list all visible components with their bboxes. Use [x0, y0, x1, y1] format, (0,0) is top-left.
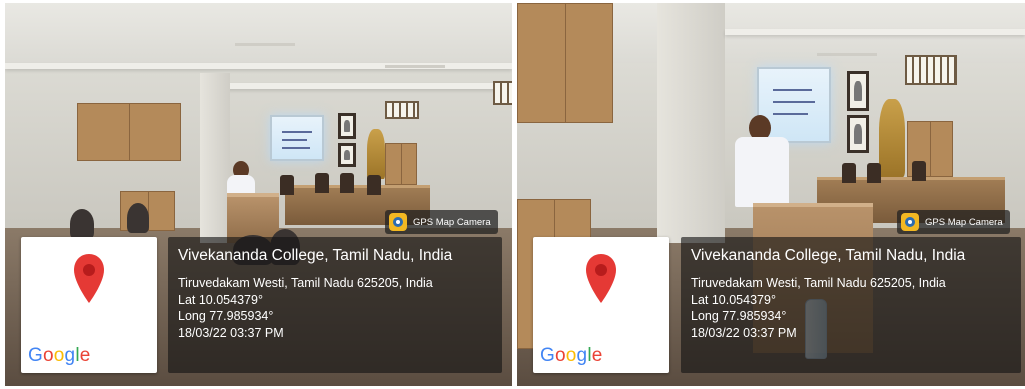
ceiling-beam: [205, 83, 512, 89]
ceiling-fan: [817, 53, 877, 56]
chair: [912, 161, 926, 181]
google-logo: Google: [540, 345, 603, 366]
location-title: Vivekananda College, Tamil Nadu, India: [691, 247, 966, 264]
location-info-panel: Vivekananda College, Tamil Nadu, India T…: [681, 237, 1021, 373]
portrait-frame: [847, 115, 869, 153]
location-longitude: Long 77.985934°: [691, 309, 787, 323]
gps-camera-icon: [389, 213, 407, 231]
badge-label: GPS Map Camera: [925, 216, 1003, 228]
portrait-frame: [338, 143, 356, 167]
portrait-frame: [338, 113, 356, 139]
bookshelf: [385, 143, 417, 185]
chair: [842, 163, 856, 183]
gps-camera-icon: [901, 213, 919, 231]
statue: [879, 99, 905, 177]
map-pin-icon: [74, 254, 104, 303]
gps-camera-badge: GPS Map Camera: [897, 210, 1010, 234]
google-logo: Google: [28, 345, 91, 366]
projector-screen: [270, 115, 324, 161]
gps-camera-badge: GPS Map Camera: [385, 210, 498, 234]
portrait-frame: [847, 71, 869, 111]
chair: [367, 175, 381, 195]
ceiling-beam: [725, 29, 1025, 35]
location-timestamp: 18/03/22 03:37 PM: [178, 325, 284, 340]
location-latitude: Lat 10.054379°: [178, 292, 263, 307]
location-longitude: Long 77.985934°: [178, 309, 274, 323]
chair: [867, 163, 881, 183]
wall-cabinet: [77, 103, 181, 161]
map-thumbnail: Google: [21, 237, 157, 373]
location-latitude: Lat 10.054379°: [691, 292, 776, 307]
location-timestamp: 18/03/22 03:37 PM: [691, 325, 797, 340]
map-pin-icon: [586, 254, 616, 303]
chair: [340, 173, 354, 193]
ceiling-fan: [385, 65, 445, 68]
badge-label: GPS Map Camera: [413, 216, 491, 228]
pillar: [657, 3, 725, 243]
window: [905, 55, 957, 85]
wall-cabinet: [517, 3, 613, 123]
location-address: Tiruvedakam Westi, Tamil Nadu 625205, In…: [691, 276, 946, 290]
window: [493, 81, 512, 105]
location-address: Tiruvedakam Westi, Tamil Nadu 625205, In…: [178, 276, 433, 290]
map-thumbnail: Google: [533, 237, 669, 373]
statue: [367, 129, 385, 179]
chair: [315, 173, 329, 193]
window: [385, 101, 419, 119]
pillar: [200, 73, 230, 243]
audience-member: [70, 209, 94, 239]
audience-member: [127, 203, 149, 233]
location-title: Vivekananda College, Tamil Nadu, India: [178, 247, 453, 264]
location-info-panel: Vivekananda College, Tamil Nadu, India T…: [168, 237, 502, 373]
ceiling-fan: [235, 43, 295, 46]
chair: [280, 175, 294, 195]
